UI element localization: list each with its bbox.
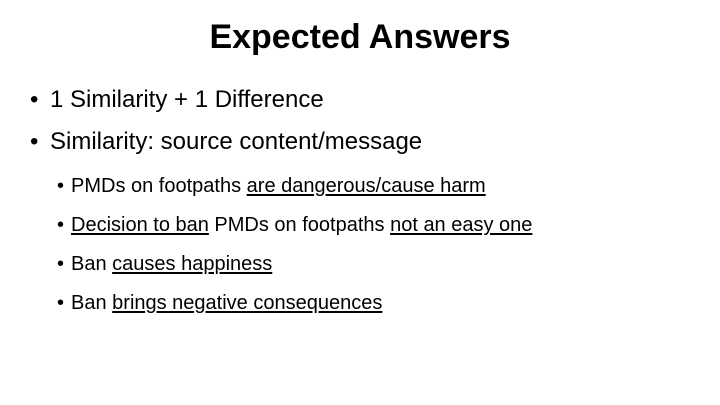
underlined-phrase: Decision to ban [71,214,209,236]
bullet-list: 1 Similarity + 1 Difference Similarity: … [28,86,422,170]
sub-bullet-decision: Decision to ban PMDs on footpaths not an… [28,213,532,237]
sub-bullet-happiness: Ban causes happiness [28,252,532,276]
sub-bullet-negative: Ban brings negative consequences [28,291,532,315]
slide: Expected Answers 1 Similarity + 1 Differ… [0,0,720,405]
underlined-phrase: causes happiness [112,253,273,275]
underlined-phrase: are dangerous/cause harm [246,175,486,197]
underlined-phrase: not an easy one [390,214,533,236]
underlined-phrase: brings negative consequences [112,292,383,314]
sub-bullet-text: PMDs on footpaths [208,214,391,236]
sub-bullet-text: PMDs on footpaths [71,175,247,197]
sub-bullet-text: Ban [71,292,113,314]
sub-bullet-list: PMDs on footpaths are dangerous/cause ha… [28,174,532,330]
slide-title: Expected Answers [209,18,511,56]
bullet-similarity-difference: 1 Similarity + 1 Difference [28,86,422,114]
bullet-text: 1 Similarity + 1 Difference [50,86,324,113]
sub-bullet-text: Ban [71,253,113,275]
bullet-text: Similarity: source content/message [50,128,423,155]
sub-bullet-dangerous: PMDs on footpaths are dangerous/cause ha… [28,174,532,198]
bullet-similarity-source: Similarity: source content/message [28,128,422,156]
